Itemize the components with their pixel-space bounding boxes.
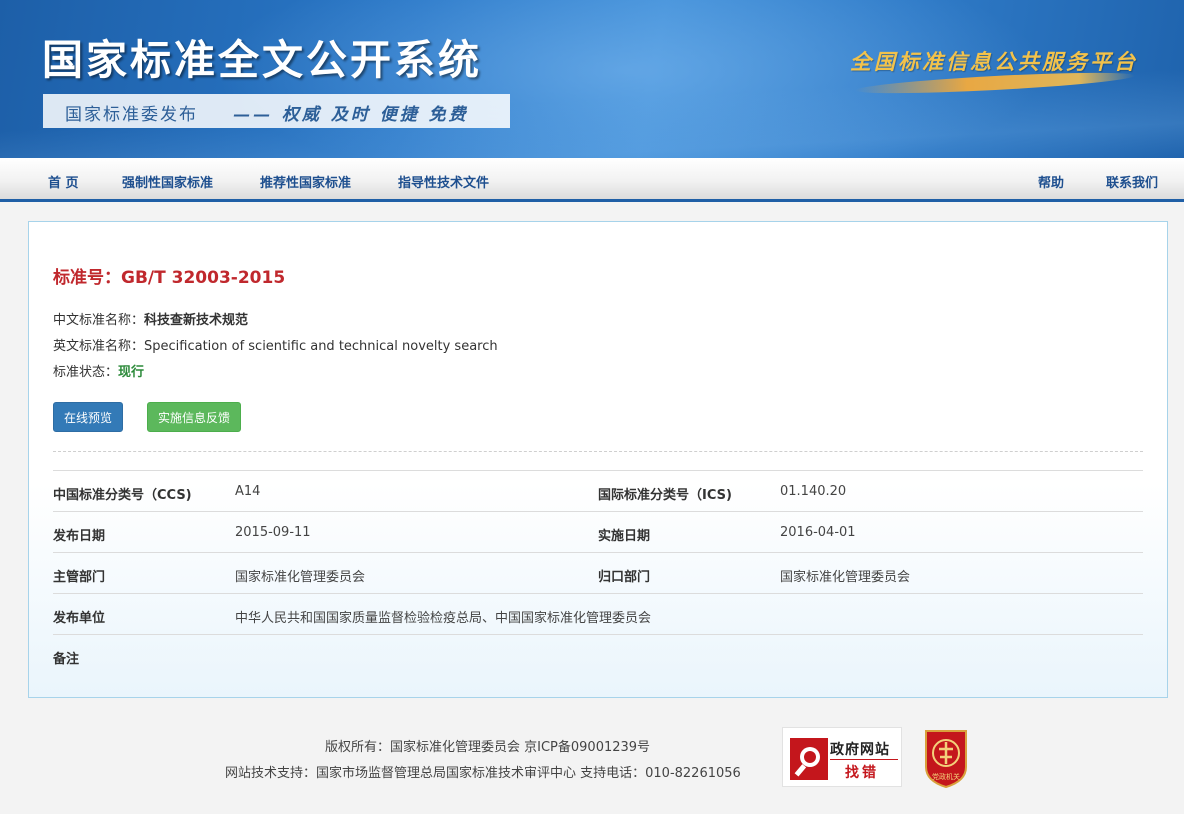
nav-mandatory[interactable]: 强制性国家标准: [122, 172, 213, 191]
site-banner: 国家标准全文公开系统 国家标准委发布 —— 权威 及时 便捷 免费 全国标准信息…: [0, 0, 1184, 158]
status-line: 标准状态：现行: [53, 361, 144, 380]
nav-home[interactable]: 首 页: [48, 172, 79, 191]
slogan-text: —— 权威 及时 便捷 免费: [233, 105, 469, 125]
ics-value: 01.140.20: [780, 484, 847, 499]
footer-copyright: 版权所有：国家标准化管理委员会 京ICP备09001239号: [325, 740, 651, 755]
en-name-line: 英文标准名称：Specification of scientific and t…: [53, 335, 498, 354]
nav-recommended[interactable]: 推荐性国家标准: [260, 172, 351, 191]
footer-support: 网站技术支持：国家市场监督管理总局国家标准技术审评中心 支持电话：010-822…: [225, 766, 741, 781]
gov-badge-top: 政府网站: [830, 742, 890, 758]
feedback-button[interactable]: 实施信息反馈: [147, 402, 241, 432]
gov-badge-rule: [830, 759, 898, 760]
publisher-value: 中华人民共和国国家质量监督检验检疫总局、中国国家标准化管理委员会: [235, 611, 652, 626]
cn-name-line: 中文标准名称：科技查新技术规范: [53, 309, 248, 328]
standard-detail-card: 标准号：GB/T 32003-2015 中文标准名称：科技查新技术规范 英文标准…: [28, 221, 1168, 698]
online-preview-button[interactable]: 在线预览: [53, 402, 123, 432]
dept-value: 国家标准化管理委员会: [235, 570, 366, 585]
ics-label: 国际标准分类号（ICS): [598, 488, 732, 503]
nav-guidance[interactable]: 指导性技术文件: [398, 172, 489, 191]
en-name-value: Specification of scientific and technica…: [144, 339, 498, 354]
publish-date-label: 发布日期: [53, 529, 106, 544]
table-row: 主管部门 国家标准化管理委员会 归口部门 国家标准化管理委员会: [53, 552, 1143, 593]
subtitle-bar: 国家标准委发布 —— 权威 及时 便捷 免费: [43, 94, 510, 128]
main-nav: 首 页 强制性国家标准 推荐性国家标准 指导性技术文件 帮助 联系我们: [0, 158, 1184, 202]
table-row: 发布日期 2015-09-11 实施日期 2016-04-01: [53, 511, 1143, 552]
ccs-label: 中国标准分类号（CCS): [53, 488, 192, 503]
table-row: 发布单位 中华人民共和国国家质量监督检验检疫总局、中国国家标准化管理委员会: [53, 593, 1143, 634]
status-label: 标准状态：: [53, 365, 119, 380]
platform-logo-text[interactable]: 全国标准信息公共服务平台: [850, 46, 1138, 76]
gui-kou-label: 归口部门: [598, 570, 651, 585]
section-divider: [53, 451, 1143, 452]
gov-site-error-badge[interactable]: 政府网站 找错: [782, 727, 902, 787]
table-row: 中国标准分类号（CCS) A14 国际标准分类号（ICS) 01.140.20: [53, 470, 1143, 511]
nav-help[interactable]: 帮助: [1038, 172, 1064, 191]
party-badge-text: 党政机关: [932, 772, 960, 781]
status-badge: 现行: [118, 365, 145, 380]
cn-name-value: 科技查新技术规范: [144, 313, 249, 328]
standard-number-label: 标准号：: [53, 268, 121, 288]
gov-badge-bottom: 找错: [845, 765, 879, 781]
ccs-value: A14: [235, 484, 261, 499]
impl-date-label: 实施日期: [598, 529, 651, 544]
standard-number: GB/T 32003-2015: [121, 268, 286, 288]
dept-label: 主管部门: [53, 570, 106, 585]
nav-contact[interactable]: 联系我们: [1106, 172, 1158, 191]
gui-kou-value: 国家标准化管理委员会: [780, 570, 911, 585]
subtitle-text: 国家标准委发布: [65, 105, 198, 125]
remark-label: 备注: [53, 652, 80, 667]
en-name-label: 英文标准名称：: [53, 339, 145, 354]
standard-details-table: 中国标准分类号（CCS) A14 国际标准分类号（ICS) 01.140.20 …: [53, 470, 1143, 675]
site-footer: 版权所有：国家标准化管理委员会 京ICP备09001239号 网站技术支持：国家…: [0, 715, 1184, 814]
magnifier-icon: [790, 738, 828, 780]
cn-name-label: 中文标准名称：: [53, 313, 145, 328]
standard-number-heading: 标准号：GB/T 32003-2015: [53, 263, 285, 288]
site-title: 国家标准全文公开系统: [42, 36, 482, 84]
party-gov-badge-icon[interactable]: 党政机关: [920, 727, 972, 789]
impl-date-value: 2016-04-01: [780, 525, 856, 540]
publish-date-value: 2015-09-11: [235, 525, 311, 540]
table-row: 备注: [53, 634, 1143, 675]
publisher-label: 发布单位: [53, 611, 106, 626]
